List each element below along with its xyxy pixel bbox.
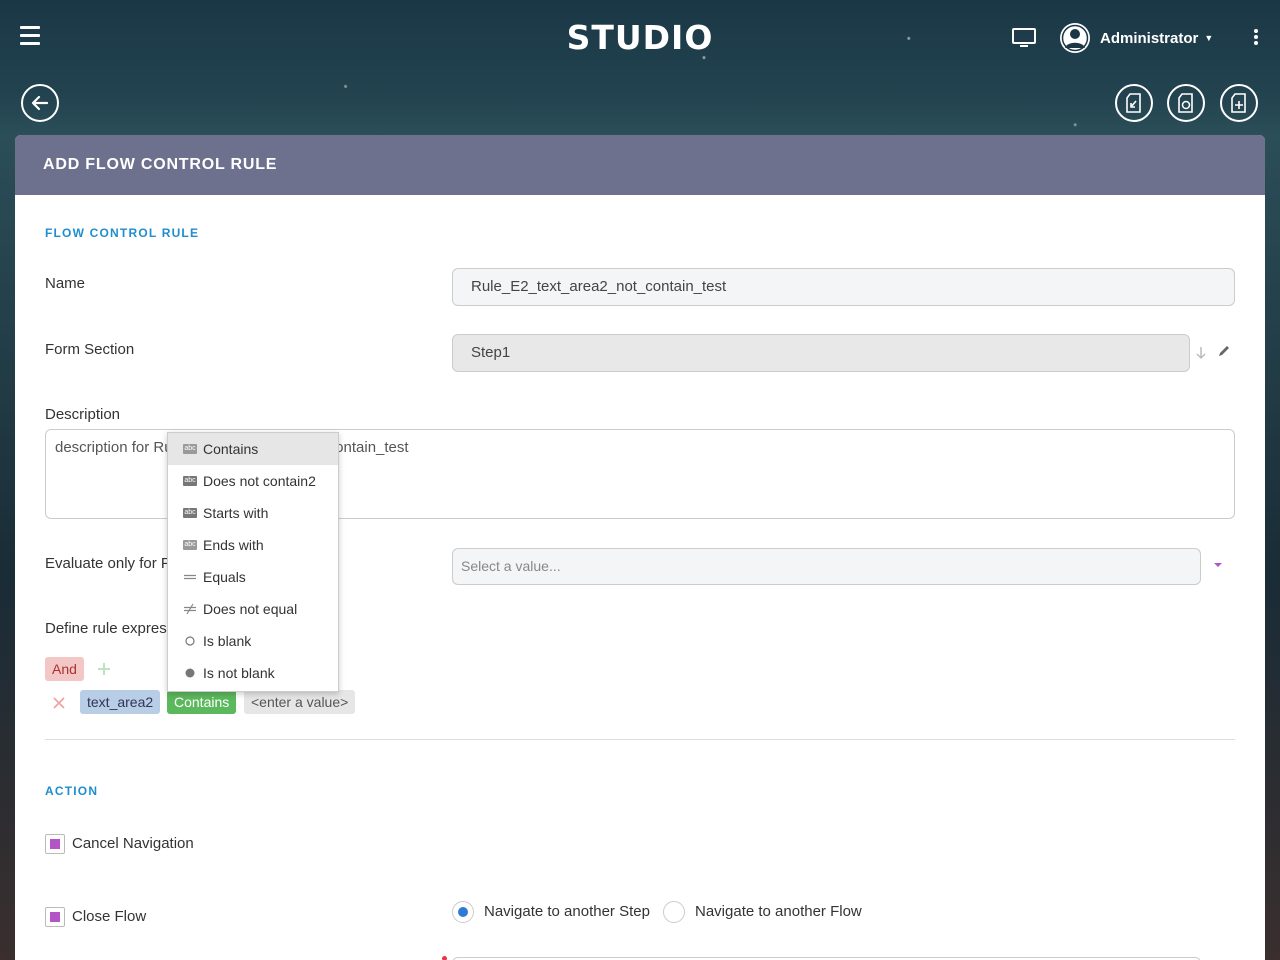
file-import-icon <box>1126 93 1141 113</box>
name-label: Name <box>45 275 86 292</box>
file-add-icon <box>1231 93 1246 113</box>
user-menu[interactable]: Administrator ▼ <box>1060 22 1213 54</box>
form-section-input: Step1 <box>452 334 1190 372</box>
cancel-navigation-checkbox[interactable] <box>45 834 65 854</box>
starts-with-icon: abc <box>183 508 197 518</box>
equals-icon <box>184 574 196 580</box>
navigate-flow-radio[interactable] <box>663 901 685 923</box>
avatar-icon <box>1060 23 1090 53</box>
monitor-icon[interactable] <box>1012 28 1036 48</box>
navigate-step-label: Navigate to another Step <box>484 903 650 920</box>
cancel-navigation-label: Cancel Navigation <box>72 835 194 852</box>
arrow-down-icon <box>1196 347 1206 360</box>
close-flow-checkbox[interactable] <box>45 907 65 927</box>
remove-icon[interactable] <box>53 697 65 709</box>
description-label: Description <box>45 406 121 423</box>
field-tag[interactable]: text_area2 <box>80 690 161 714</box>
user-name: Administrator <box>1100 29 1199 47</box>
dropdown-item-label: Equals <box>203 569 246 585</box>
add-button[interactable] <box>1220 84 1258 122</box>
top-bar: STUDIO Administrator ▼ <box>0 0 1280 76</box>
value-tag[interactable]: <enter a value> <box>244 690 356 714</box>
arrow-left-icon <box>31 95 49 111</box>
action-section-title: ACTION <box>45 784 99 798</box>
operator-dropdown: abc Contains abc Does not contain2 abc S… <box>167 432 339 692</box>
operator-tag[interactable]: Contains <box>167 690 237 714</box>
and-tag[interactable]: And <box>45 657 84 681</box>
dropdown-item-label: Does not contain2 <box>203 473 316 489</box>
file-refresh-icon <box>1178 93 1193 113</box>
dropdown-item-contains[interactable]: abc Contains <box>168 433 338 465</box>
dropdown-item-is-not-blank[interactable]: Is not blank <box>168 657 338 689</box>
caret-down-icon[interactable] <box>1213 562 1223 568</box>
dropdown-item-ends-with[interactable]: abc Ends with <box>168 529 338 561</box>
card-title: ADD FLOW CONTROL RULE <box>15 135 1265 195</box>
chevron-down-icon: ▼ <box>1204 33 1214 43</box>
dropdown-item-label: Is not blank <box>203 665 275 681</box>
dropdown-item-equals[interactable]: Equals <box>168 561 338 593</box>
navigate-step-radio[interactable] <box>452 901 474 923</box>
dropdown-item-label: Does not equal <box>203 601 298 617</box>
evaluate-select[interactable]: Select a value... <box>452 548 1201 585</box>
dropdown-item-label: Contains <box>203 441 259 457</box>
dropdown-item-starts-with[interactable]: abc Starts with <box>168 497 338 529</box>
dropdown-item-does-not-equal[interactable]: Does not equal <box>168 593 338 625</box>
dropdown-item-is-blank[interactable]: Is blank <box>168 625 338 657</box>
filled-circle-icon <box>185 668 195 678</box>
plus-icon[interactable] <box>97 662 111 676</box>
refresh-button[interactable] <box>1167 84 1205 122</box>
dropdown-item-label: Starts with <box>203 505 269 521</box>
dropdown-item-label: Ends with <box>203 537 264 553</box>
import-button[interactable] <box>1115 84 1153 122</box>
more-options-icon[interactable] <box>1254 29 1260 47</box>
close-flow-label: Close Flow <box>72 908 147 925</box>
pencil-icon[interactable] <box>1217 344 1231 358</box>
not-equal-icon <box>184 603 196 615</box>
dropdown-item-label: Is blank <box>203 633 252 649</box>
divider <box>45 739 1235 740</box>
dropdown-item-does-not-contain[interactable]: abc Does not contain2 <box>168 465 338 497</box>
required-indicator <box>442 956 447 960</box>
back-button[interactable] <box>21 84 59 122</box>
form-section-label: Form Section <box>45 341 135 358</box>
contains-icon: abc <box>183 444 197 454</box>
name-input[interactable]: Rule_E2_text_area2_not_contain_test <box>452 268 1235 306</box>
ends-with-icon: abc <box>183 540 197 550</box>
empty-circle-icon <box>185 636 195 646</box>
rule-section-title: FLOW CONTROL RULE <box>45 226 200 240</box>
navigate-flow-label: Navigate to another Flow <box>695 903 862 920</box>
not-contains-icon: abc <box>183 476 197 486</box>
